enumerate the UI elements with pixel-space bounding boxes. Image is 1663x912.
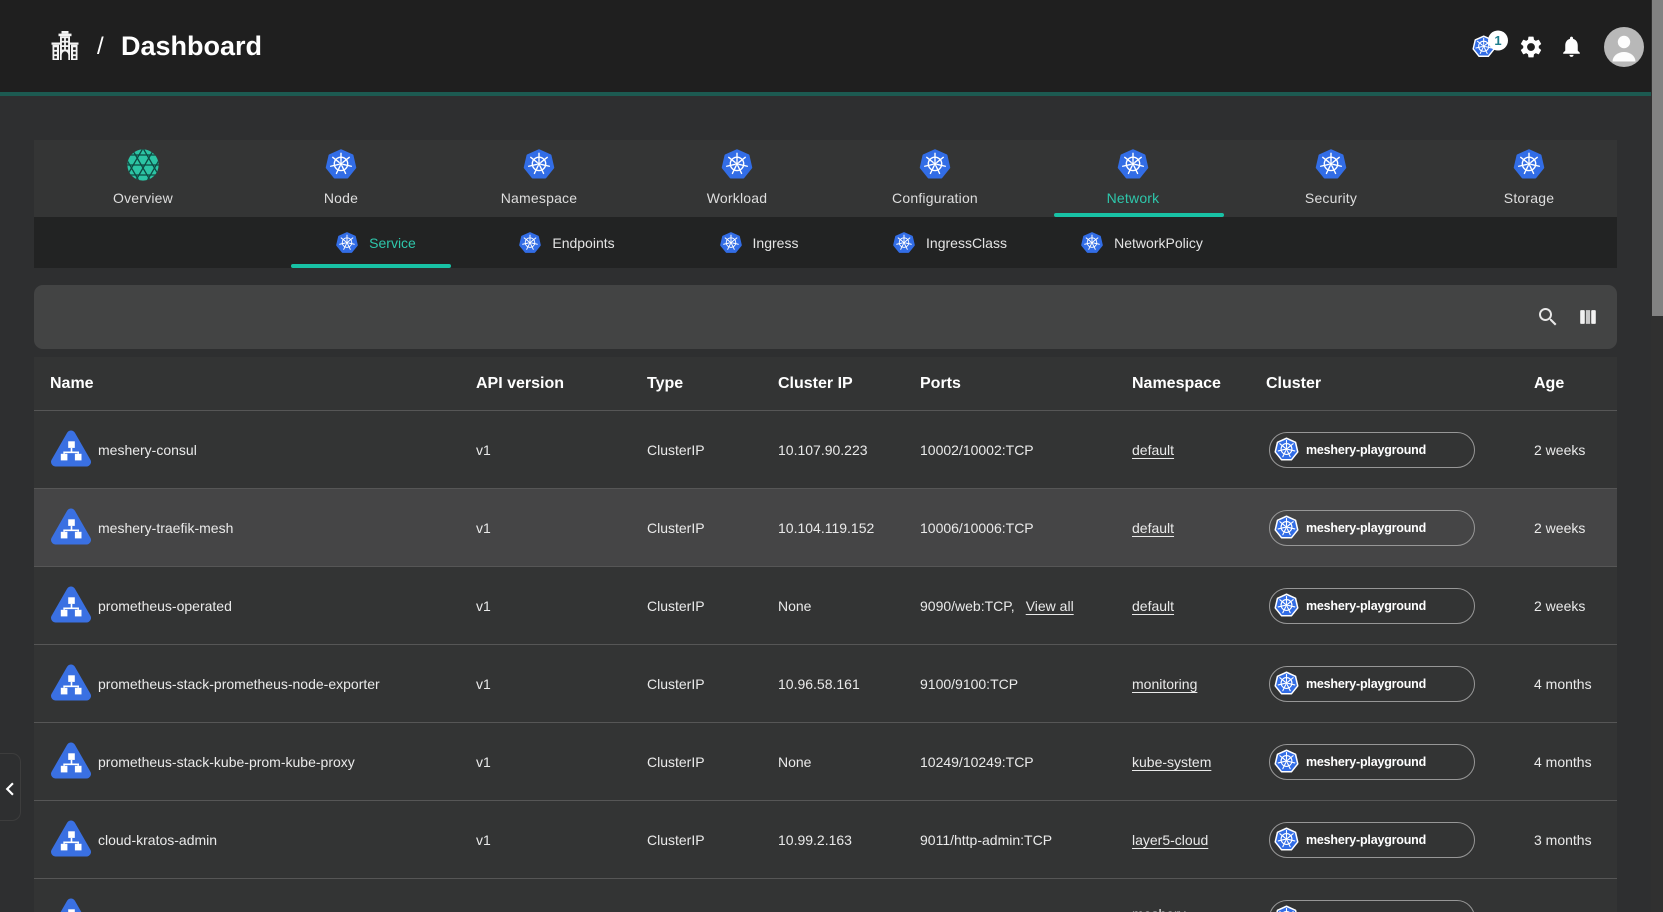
svg-text:1: 1 bbox=[1494, 33, 1501, 48]
